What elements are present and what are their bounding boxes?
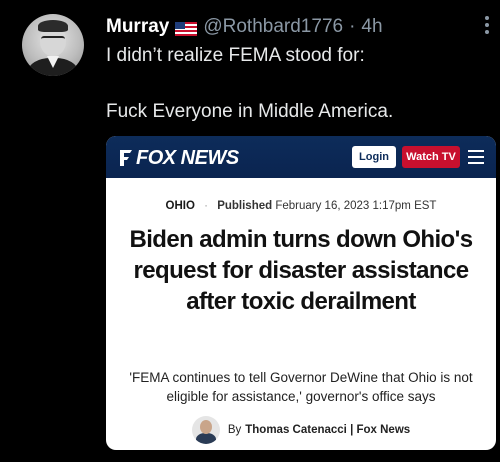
profile-avatar[interactable] <box>22 14 84 76</box>
author-avatar <box>191 416 220 444</box>
fox-logo-mark-icon <box>118 148 134 168</box>
fox-news-header: FOX NEWS Login Watch TV <box>106 136 496 178</box>
published-label: Published <box>217 200 273 212</box>
avatar-hair <box>38 20 68 32</box>
avatar-glasses <box>41 36 65 42</box>
login-button[interactable]: Login <box>352 146 396 168</box>
tweet-text-line-1: I didn’t realize FEMA stood for: <box>106 45 365 66</box>
author-name[interactable]: Thomas Catenacci | Fox News <box>245 424 410 436</box>
section-label[interactable]: OHIO <box>166 200 195 212</box>
watch-tv-button[interactable]: Watch TV <box>402 146 460 168</box>
article-headline[interactable]: Biden admin turns down Ohio's request fo… <box>120 224 482 317</box>
hamburger-menu-icon[interactable] <box>468 150 484 164</box>
byline-by: By <box>227 424 242 436</box>
more-options-icon[interactable] <box>484 16 490 36</box>
tweet-header: Murray @Rothbard1776 · 4h <box>106 14 383 40</box>
us-flag-icon <box>175 20 198 36</box>
published-date: February 16, 2023 1:17pm EST <box>275 200 437 212</box>
article-byline: By Thomas Catenacci | Fox News <box>106 416 496 444</box>
fox-news-logo[interactable]: FOX NEWS <box>118 144 239 172</box>
article-subheadline: 'FEMA continues to tell Governor DeWine … <box>129 370 473 404</box>
fox-news-brand-text: FOX NEWS <box>136 146 239 169</box>
tweet: Murray @Rothbard1776 · 4h I didn’t reali… <box>0 0 500 462</box>
tweet-timestamp[interactable]: 4h <box>361 16 382 38</box>
user-handle[interactable]: @Rothbard1776 <box>203 16 343 38</box>
tweet-text: I didn’t realize FEMA stood for: Fuck Ev… <box>106 42 393 126</box>
header-separator: · <box>349 16 356 37</box>
display-name[interactable]: Murray <box>106 16 169 38</box>
meta-separator: · <box>204 200 208 212</box>
tweet-text-line-2: Fuck Everyone in Middle America. <box>106 101 394 122</box>
article-meta: OHIO · Published February 16, 2023 1:17p… <box>106 200 496 212</box>
article-screenshot-card[interactable]: FOX NEWS Login Watch TV OHIO · Published… <box>106 136 496 450</box>
